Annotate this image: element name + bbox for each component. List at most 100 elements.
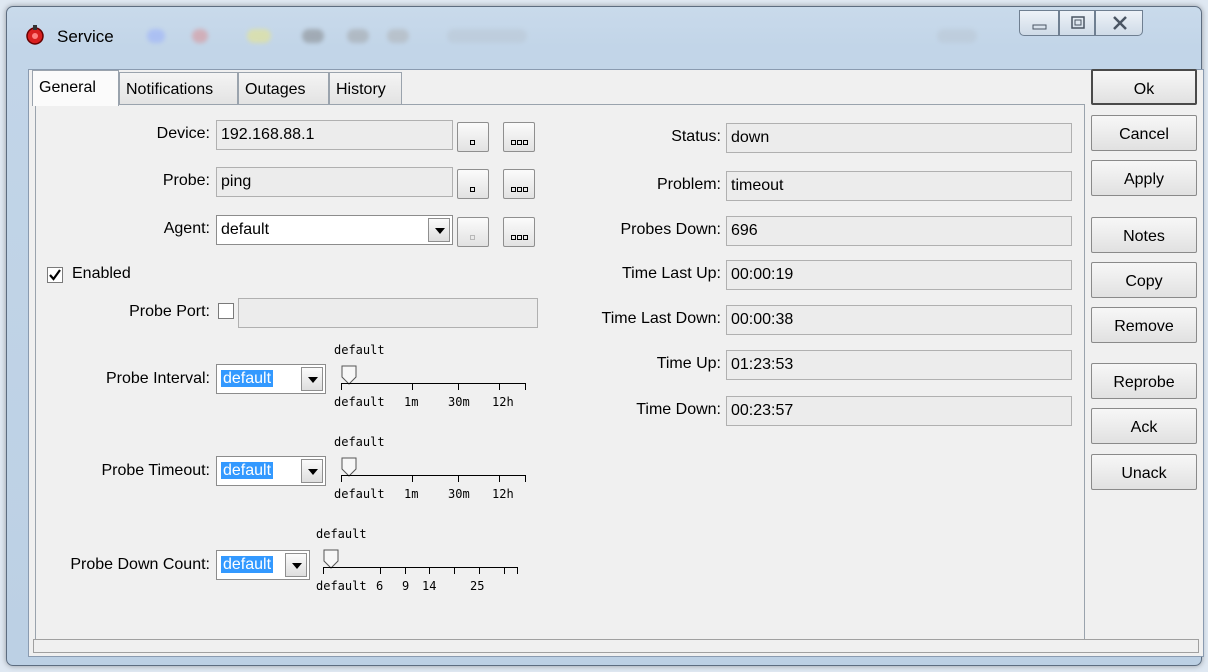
browse-icon	[511, 235, 529, 240]
enabled-label: Enabled	[72, 265, 131, 282]
title-bar[interactable]: Service	[7, 7, 1201, 59]
slider-tick-label: 25	[470, 579, 485, 593]
slider-tick-label: 12h	[492, 395, 514, 409]
time-last-down-field[interactable]: 00:00:38	[726, 305, 1072, 335]
slider-track	[323, 567, 518, 568]
slider-tick	[454, 567, 455, 574]
agent-open-button[interactable]	[457, 217, 489, 247]
slider-tick-label: 30m	[448, 395, 470, 409]
blurred-toolbar	[447, 29, 527, 43]
slider-tick-label: 30m	[448, 487, 470, 501]
slider-tick	[458, 475, 459, 482]
status-field[interactable]: down	[726, 123, 1072, 153]
chevron-down-icon[interactable]	[428, 218, 450, 242]
tab-history[interactable]: History	[329, 72, 402, 104]
copy-button[interactable]: Copy	[1091, 262, 1197, 298]
chevron-down-icon[interactable]	[301, 367, 323, 391]
slider-tick	[341, 475, 342, 482]
checkmark-icon	[49, 269, 61, 281]
slider-tick	[341, 383, 342, 390]
blurred-status-text	[937, 29, 977, 43]
unack-button[interactable]: Unack	[1091, 454, 1197, 490]
slider-tick	[380, 567, 381, 574]
probe-port-checkbox[interactable]	[218, 303, 234, 319]
slider-tick	[499, 383, 500, 390]
slider-tick	[405, 567, 406, 574]
device-label: Device:	[156, 125, 210, 142]
slider-tick	[479, 567, 480, 574]
probe-interval-slider[interactable]: default default 1m 30m 12h	[334, 343, 534, 413]
probes-down-label: Probes Down:	[620, 221, 722, 238]
maximize-button[interactable]	[1059, 10, 1095, 36]
browse-icon	[511, 140, 529, 145]
slider-tick-label: 12h	[492, 487, 514, 501]
status-bar	[33, 639, 1199, 653]
probe-interval-label: Probe Interval:	[105, 370, 210, 387]
probe-down-count-value: default	[221, 556, 274, 573]
time-up-field[interactable]: 01:23:53	[726, 350, 1072, 380]
probe-field[interactable]: ping	[216, 167, 453, 197]
notes-button[interactable]: Notes	[1091, 217, 1197, 253]
slider-tick-label: 1m	[404, 395, 419, 409]
slider-tick-label: 6	[376, 579, 384, 593]
probe-down-count-label: Probe Down Count:	[70, 556, 210, 573]
problem-field[interactable]: timeout	[726, 171, 1072, 201]
slider-caption: default	[316, 527, 367, 541]
probe-interval-value: default	[221, 370, 274, 387]
slider-tick	[525, 383, 526, 390]
probe-timeout-slider[interactable]: default default 1m 30m 12h	[334, 435, 534, 505]
slider-tick-label: default	[334, 487, 385, 501]
tab-outages[interactable]: Outages	[238, 72, 329, 104]
slider-caption: default	[334, 435, 385, 449]
apply-button[interactable]: Apply	[1091, 160, 1197, 196]
time-last-up-label: Time Last Up:	[622, 265, 721, 282]
time-down-field[interactable]: 00:23:57	[726, 396, 1072, 426]
window-title: Service	[57, 27, 114, 46]
ack-button[interactable]: Ack	[1091, 408, 1197, 444]
slider-tick	[429, 567, 430, 574]
slider-tick-label: default	[316, 579, 367, 593]
tab-notifications[interactable]: Notifications	[119, 72, 238, 104]
probe-open-button[interactable]	[457, 169, 489, 199]
slider-tick-label: default	[334, 395, 385, 409]
probe-timeout-label: Probe Timeout:	[101, 462, 211, 479]
time-last-up-field[interactable]: 00:00:19	[726, 260, 1072, 290]
time-last-down-label: Time Last Down:	[601, 310, 721, 327]
probe-port-label: Probe Port:	[129, 303, 210, 320]
ok-button[interactable]: Ok	[1091, 69, 1197, 105]
probe-browse-button[interactable]	[503, 169, 535, 199]
probe-port-field[interactable]	[238, 298, 538, 328]
probe-timeout-select[interactable]: default	[216, 456, 326, 486]
slider-tick	[504, 567, 505, 574]
chevron-down-icon[interactable]	[301, 459, 323, 483]
blurred-toolbar	[247, 29, 271, 43]
slider-caption: default	[334, 343, 385, 357]
cancel-button[interactable]: Cancel	[1091, 115, 1197, 151]
chevron-down-icon[interactable]	[285, 553, 307, 577]
slider-tick	[525, 475, 526, 482]
probe-down-count-select[interactable]: default	[216, 550, 310, 580]
browse-icon	[511, 187, 529, 192]
minimize-button[interactable]	[1019, 10, 1059, 36]
device-browse-button[interactable]	[503, 122, 535, 152]
device-field[interactable]: 192.168.88.1	[216, 120, 453, 150]
blurred-toolbar	[347, 29, 369, 43]
agent-browse-button[interactable]	[503, 217, 535, 247]
probe-interval-select[interactable]: default	[216, 364, 326, 394]
remove-button[interactable]: Remove	[1091, 307, 1197, 343]
tab-general[interactable]: General	[32, 70, 119, 106]
dialog-client-area: General Notifications Outages History De…	[28, 69, 1204, 657]
minimize-icon	[1032, 24, 1047, 30]
agent-select[interactable]: default	[216, 215, 453, 245]
probe-label: Probe:	[162, 172, 210, 189]
probe-down-count-slider[interactable]: default default 6 9 14 25	[316, 527, 536, 597]
open-icon	[470, 187, 475, 192]
close-button[interactable]	[1095, 10, 1143, 36]
probes-down-field[interactable]: 696	[726, 216, 1072, 246]
device-open-button[interactable]	[457, 122, 489, 152]
slider-tick-label: 1m	[404, 487, 419, 501]
app-icon	[24, 24, 46, 46]
reprobe-button[interactable]: Reprobe	[1091, 363, 1197, 399]
slider-tick-label: 14	[422, 579, 437, 593]
enabled-checkbox[interactable]	[47, 267, 63, 283]
